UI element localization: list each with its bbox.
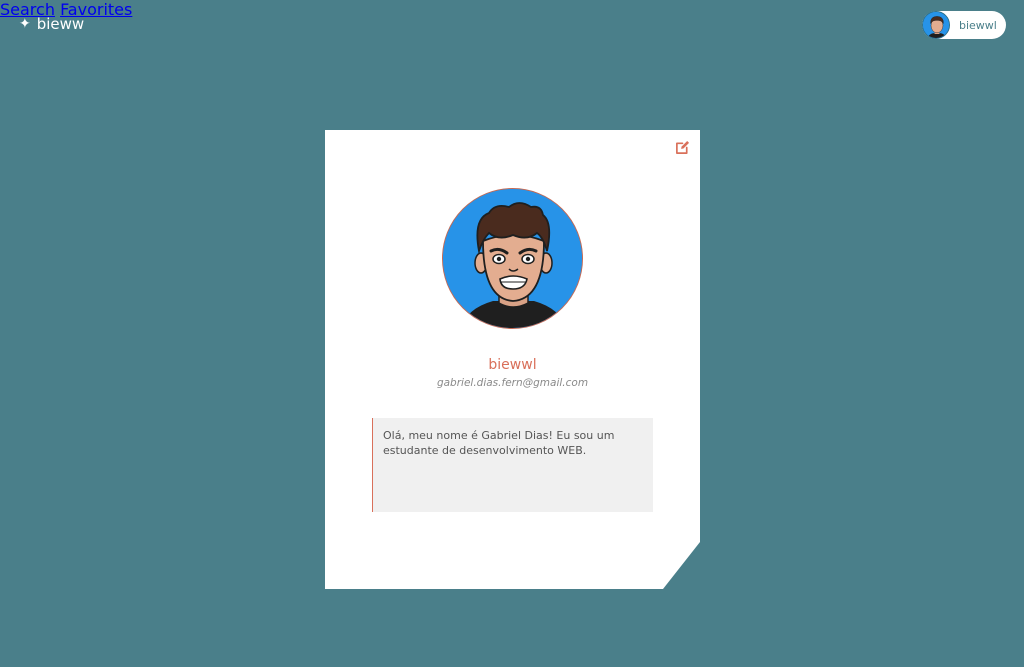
profile-avatar-illustration <box>443 189 582 328</box>
bio-text: Olá, meu nome é Gabriel Dias! Eu sou um … <box>383 429 615 457</box>
avatar <box>922 11 950 39</box>
brand-name: bieww <box>36 15 85 33</box>
sparkle-icon: ✦ <box>19 16 31 32</box>
top-navigation-bar: ✦ bieww Search Favorites biewwl <box>0 0 1024 50</box>
profile-name: biewwl <box>488 357 537 373</box>
edit-icon[interactable] <box>675 140 690 155</box>
brand-logo[interactable]: ✦ bieww <box>19 15 84 33</box>
user-name: biewwl <box>959 18 997 32</box>
profile-avatar <box>442 188 583 329</box>
bio-box: Olá, meu nome é Gabriel Dias! Eu sou um … <box>372 418 653 512</box>
user-menu-button[interactable]: biewwl <box>922 11 1006 39</box>
user-avatar-icon <box>923 12 949 38</box>
profile-email: gabriel.dias.fern@gmail.com <box>436 377 589 389</box>
